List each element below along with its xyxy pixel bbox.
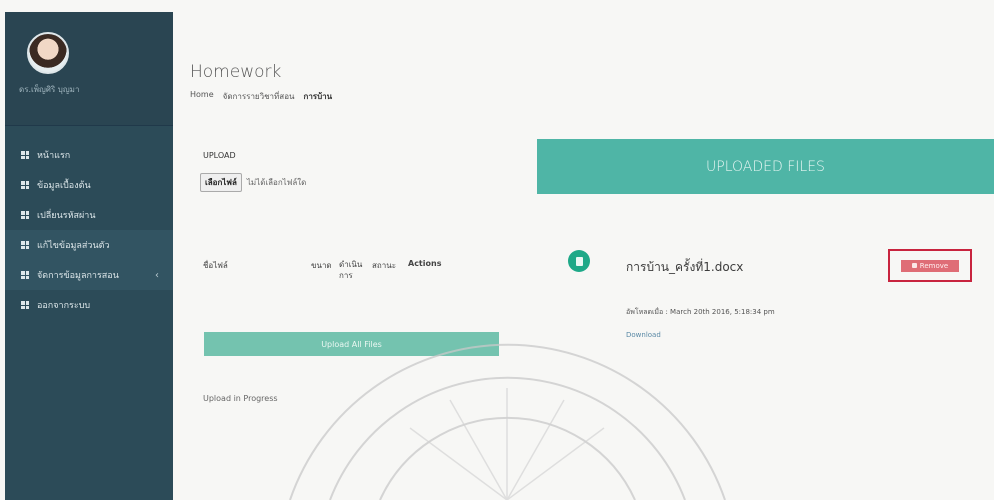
- sidebar-item-logout[interactable]: ออกจากระบบ: [5, 290, 173, 320]
- sidebar-item-label: จัดการข้อมูลการสอน: [37, 271, 119, 281]
- sidebar-item-label: แก้ไขข้อมูลส่วนตัว: [37, 241, 110, 251]
- column-progress: ดำเนินการ: [339, 260, 363, 280]
- page-title: Homework: [190, 62, 282, 82]
- sidebar-item-change-password[interactable]: เปลี่ยนรหัสผ่าน: [5, 200, 173, 230]
- uploaded-file-name: การบ้าน_ครั้งที่1.docx: [626, 260, 744, 274]
- breadcrumb-courses[interactable]: จัดการรายวิชาที่สอน: [223, 90, 295, 103]
- file-chooser: เลือกไฟล์ ไม่ได้เลือกไฟล์ใด: [200, 173, 306, 192]
- choose-file-button[interactable]: เลือกไฟล์: [200, 173, 242, 192]
- sidebar-item-label: เปลี่ยนรหัสผ่าน: [37, 211, 96, 221]
- grid-icon: [21, 181, 29, 189]
- grid-icon: [21, 211, 29, 219]
- column-status: สถานะ: [372, 261, 396, 270]
- sidebar-nav: หน้าแรก ข้อมูลเบื้องต้น เปลี่ยนรหัสผ่าน …: [5, 126, 173, 320]
- sidebar-item-basic-info[interactable]: ข้อมูลเบื้องต้น: [5, 170, 173, 200]
- sidebar-item-teaching[interactable]: จัดการข้อมูลการสอน ‹: [5, 260, 173, 290]
- chevron-left-icon: ‹: [155, 269, 159, 281]
- profile-panel: ดร.เพ็ญศิริ บุญมา: [5, 12, 173, 126]
- sidebar-item-label: หน้าแรก: [37, 151, 71, 161]
- sidebar: ดร.เพ็ญศิริ บุญมา หน้าแรก ข้อมูลเบื้องต้…: [5, 12, 173, 500]
- remove-button[interactable]: Remove: [901, 259, 959, 272]
- profile-name: ดร.เพ็ญศิริ บุญมา: [19, 85, 80, 94]
- watermark-seal: [289, 343, 726, 500]
- file-icon: [568, 250, 590, 272]
- column-actions: Actions: [408, 259, 442, 268]
- grid-icon: [21, 241, 29, 249]
- grid-icon: [21, 151, 29, 159]
- sidebar-item-label: ออกจากระบบ: [37, 301, 91, 311]
- upload-table-header: ชื่อไฟล์ ขนาด ดำเนินการ สถานะ Actions: [203, 259, 458, 281]
- remove-highlight: Remove: [888, 249, 972, 282]
- column-size: ขนาด: [311, 261, 332, 270]
- breadcrumb-current: การบ้าน: [303, 92, 333, 101]
- column-filename: ชื่อไฟล์: [203, 261, 228, 270]
- sidebar-item-home[interactable]: หน้าแรก: [5, 140, 173, 170]
- breadcrumb-home[interactable]: Home: [190, 90, 214, 103]
- file-status: ไม่ได้เลือกไฟล์ใด: [246, 178, 307, 187]
- sidebar-item-edit-profile[interactable]: แก้ไขข้อมูลส่วนตัว: [5, 230, 173, 260]
- breadcrumb: Home จัดการรายวิชาที่สอน การบ้าน: [190, 90, 332, 103]
- remove-label: Remove: [919, 261, 949, 270]
- sidebar-item-label: ข้อมูลเบื้องต้น: [37, 181, 91, 191]
- upload-label: UPLOAD: [203, 151, 236, 160]
- grid-icon: [21, 271, 29, 279]
- avatar: [27, 32, 69, 74]
- uploaded-files-header: UPLOADED FILES: [537, 139, 994, 194]
- upload-timestamp: อัพโหลดเมื่อ : March 20th 2016, 5:18:34 …: [626, 308, 775, 316]
- grid-icon: [21, 301, 29, 309]
- lock-icon: [911, 263, 917, 268]
